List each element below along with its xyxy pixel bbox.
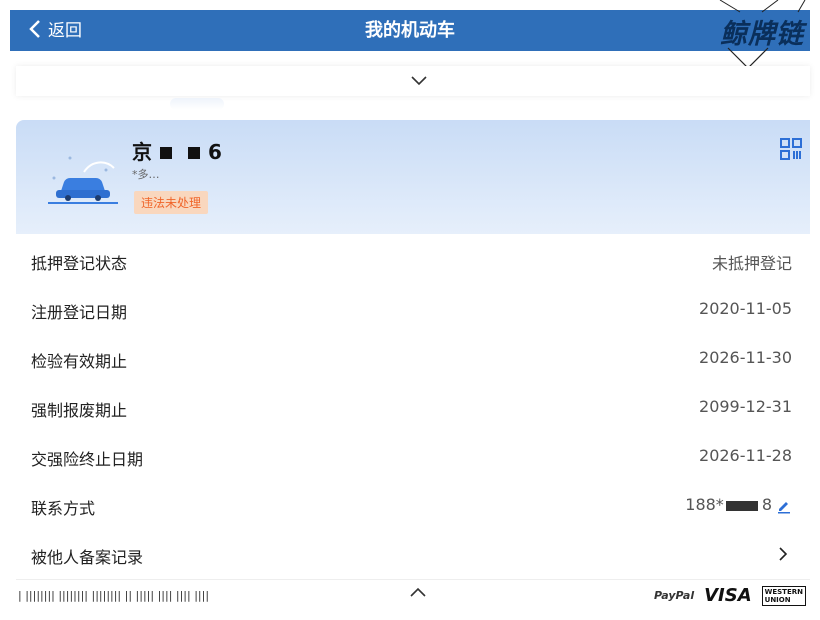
qr-code-icon[interactable] [780,138,802,160]
row-label: 联系方式 [31,499,96,518]
info-row-scrap-date: 强制报废期止 2099-12-31 [16,383,810,433]
payment-logos: PayPal VISA WESTERN UNION [654,585,806,606]
paypal-logo: PayPal [653,589,695,602]
info-row-mortgage: 抵押登记状态 未抵押登记 [16,236,810,286]
row-value: 2026-11-30 [699,348,792,367]
plate-number: 京6 [132,136,222,165]
chevron-up-icon[interactable] [410,587,426,597]
vehicle-card: 京6 *多… 违法未处理 [16,120,810,234]
wu-line2: UNION [764,595,791,604]
chevron-down-icon [411,76,427,86]
car-icon [48,156,118,204]
row-label: 被他人备案记录 [31,548,144,567]
plate-mask [188,147,200,159]
row-value: 2026-11-28 [699,446,792,465]
info-row-insurance: 交强险终止日期 2026-11-28 [16,432,810,482]
row-label: 交强险终止日期 [31,450,144,469]
info-row-filing-records[interactable]: 被他人备案记录 [16,530,810,580]
row-value: 2020-11-05 [699,299,792,318]
chevron-right-icon [779,547,788,561]
row-value: 2099-12-31 [699,397,792,416]
info-row-contact[interactable]: 联系方式 188* 8 [16,481,810,531]
collapse-toggle[interactable] [16,66,810,96]
row-value: 未抵押登记 [711,254,792,273]
plate-mask [160,147,172,159]
row-label: 注册登记日期 [31,303,128,322]
decorative-cloud [170,98,224,110]
barcode: | |||||||| |||||||| |||||||| || ||||| ||… [18,589,210,602]
watermark-decoration [719,0,806,69]
info-row-inspection: 检验有效期止 2026-11-30 [16,334,810,384]
phone-prefix: 188* [685,495,724,514]
plate-prefix: 京 [132,140,152,164]
plate-suffix: 6 [208,140,222,164]
row-label: 强制报废期止 [31,401,128,420]
row-label: 抵押登记状态 [31,254,128,273]
visa-logo: VISA [704,585,752,606]
phone-mask [725,500,758,511]
phone-suffix: 8 [761,495,772,514]
footer-bar: | |||||||| |||||||| |||||||| || ||||| ||… [10,581,810,607]
violation-badge[interactable]: 违法未处理 [134,191,209,214]
contact-value: 188* 8 [685,495,792,514]
info-row-register-date: 注册登记日期 2020-11-05 [16,285,810,335]
edit-icon[interactable] [776,498,792,514]
western-union-logo: WESTERN UNION [761,585,806,606]
wu-line1: WESTERN [764,587,803,596]
vehicle-subtext: *多… [132,168,160,181]
row-label: 检验有效期止 [31,352,128,371]
